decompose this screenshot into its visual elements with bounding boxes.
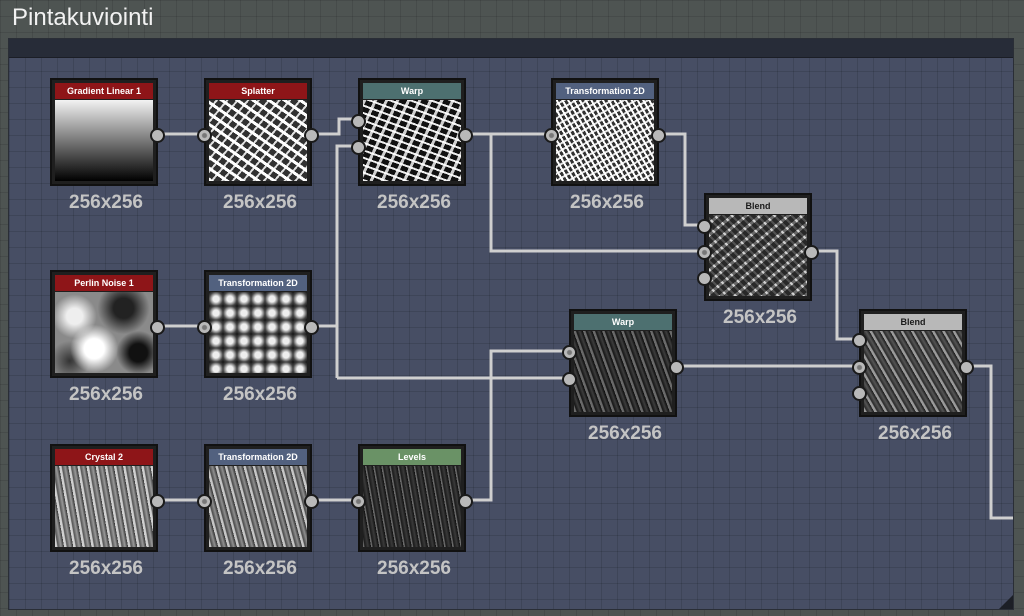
wire-levels-warp2	[468, 349, 564, 502]
node-size-label: 256x256	[878, 423, 952, 444]
output-port[interactable]	[804, 245, 819, 260]
node-transformation-2d[interactable]: Transformation 2D 256x256	[197, 444, 319, 579]
node-title: Crystal 2	[55, 449, 153, 465]
node-size-label: 256x256	[69, 384, 143, 405]
node-size-label: 256x256	[723, 307, 797, 328]
warp-preview	[574, 331, 672, 412]
node-title: Warp	[574, 314, 672, 330]
node-size-label: 256x256	[588, 423, 662, 444]
input-port[interactable]	[562, 372, 577, 387]
output-port[interactable]	[959, 360, 974, 375]
transform-preview	[209, 292, 307, 373]
node-warp[interactable]: Warp 256x256	[351, 78, 473, 213]
perlin-preview	[55, 292, 153, 373]
input-port[interactable]	[197, 494, 212, 509]
node-crystal[interactable]: Crystal 2 256x256	[50, 444, 165, 579]
node-blend[interactable]: Blend 256x256	[697, 193, 819, 328]
output-port[interactable]	[304, 320, 319, 335]
node-title: Levels	[363, 449, 461, 465]
node-title: Gradient Linear 1	[55, 83, 153, 99]
blend-preview	[864, 331, 962, 412]
transform-preview	[209, 466, 307, 547]
output-port[interactable]	[458, 128, 473, 143]
gradient-preview	[55, 100, 153, 181]
input-port[interactable]	[562, 345, 577, 360]
frame-title: Pintakuviointi	[12, 4, 154, 31]
wire-trans2-warp1	[314, 144, 353, 378]
node-size-label: 256x256	[377, 558, 451, 579]
crystal-preview	[55, 466, 153, 547]
node-size-label: 256x256	[570, 192, 644, 213]
output-port[interactable]	[304, 494, 319, 509]
input-port[interactable]	[852, 360, 867, 375]
warp-preview	[363, 100, 461, 181]
wire-splatter-warp1	[314, 117, 353, 136]
node-transformation-2d[interactable]: Transformation 2D 256x256	[544, 78, 666, 213]
output-port[interactable]	[651, 128, 666, 143]
input-port[interactable]	[197, 320, 212, 335]
node-title: Transformation 2D	[209, 275, 307, 291]
output-port[interactable]	[669, 360, 684, 375]
output-port[interactable]	[150, 320, 165, 335]
node-transformation-2d[interactable]: Transformation 2D 256x256	[197, 270, 319, 405]
input-port[interactable]	[852, 386, 867, 401]
transform-preview	[556, 100, 654, 181]
resize-grip-icon[interactable]	[999, 595, 1013, 609]
splatter-preview	[209, 100, 307, 181]
input-port[interactable]	[197, 128, 212, 143]
node-title: Transformation 2D	[209, 449, 307, 465]
node-gradient-linear[interactable]: Gradient Linear 1 256x256	[50, 78, 165, 213]
input-port[interactable]	[697, 271, 712, 286]
output-port[interactable]	[150, 494, 165, 509]
input-port[interactable]	[544, 128, 559, 143]
input-port[interactable]	[852, 333, 867, 348]
node-size-label: 256x256	[69, 558, 143, 579]
output-port[interactable]	[458, 494, 473, 509]
node-title: Warp	[363, 83, 461, 99]
node-title: Splatter	[209, 83, 307, 99]
input-port[interactable]	[351, 494, 366, 509]
node-title: Transformation 2D	[556, 83, 654, 99]
blend-preview	[709, 215, 807, 296]
output-port[interactable]	[150, 128, 165, 143]
node-title: Perlin Noise 1	[55, 275, 153, 291]
node-size-label: 256x256	[223, 558, 297, 579]
node-levels[interactable]: Levels 256x256	[351, 444, 473, 579]
input-port[interactable]	[697, 219, 712, 234]
output-port[interactable]	[304, 128, 319, 143]
input-port[interactable]	[351, 140, 366, 155]
input-port[interactable]	[351, 114, 366, 129]
input-port[interactable]	[697, 245, 712, 260]
node-size-label: 256x256	[377, 192, 451, 213]
node-title: Blend	[864, 314, 962, 330]
node-size-label: 256x256	[223, 384, 297, 405]
node-size-label: 256x256	[69, 192, 143, 213]
node-size-label: 256x256	[223, 192, 297, 213]
node-title: Blend	[709, 198, 807, 214]
node-splatter[interactable]: Splatter 256x256	[197, 78, 319, 213]
node-perlin-noise[interactable]: Perlin Noise 1 256x256	[50, 270, 165, 405]
levels-preview	[363, 466, 461, 547]
node-graph-frame[interactable]: Gradient Linear 1 256x256 Splatter 256x2…	[8, 38, 1014, 610]
node-blend[interactable]: Blend 256x256	[852, 309, 974, 444]
node-warp[interactable]: Warp 256x256	[562, 309, 684, 444]
